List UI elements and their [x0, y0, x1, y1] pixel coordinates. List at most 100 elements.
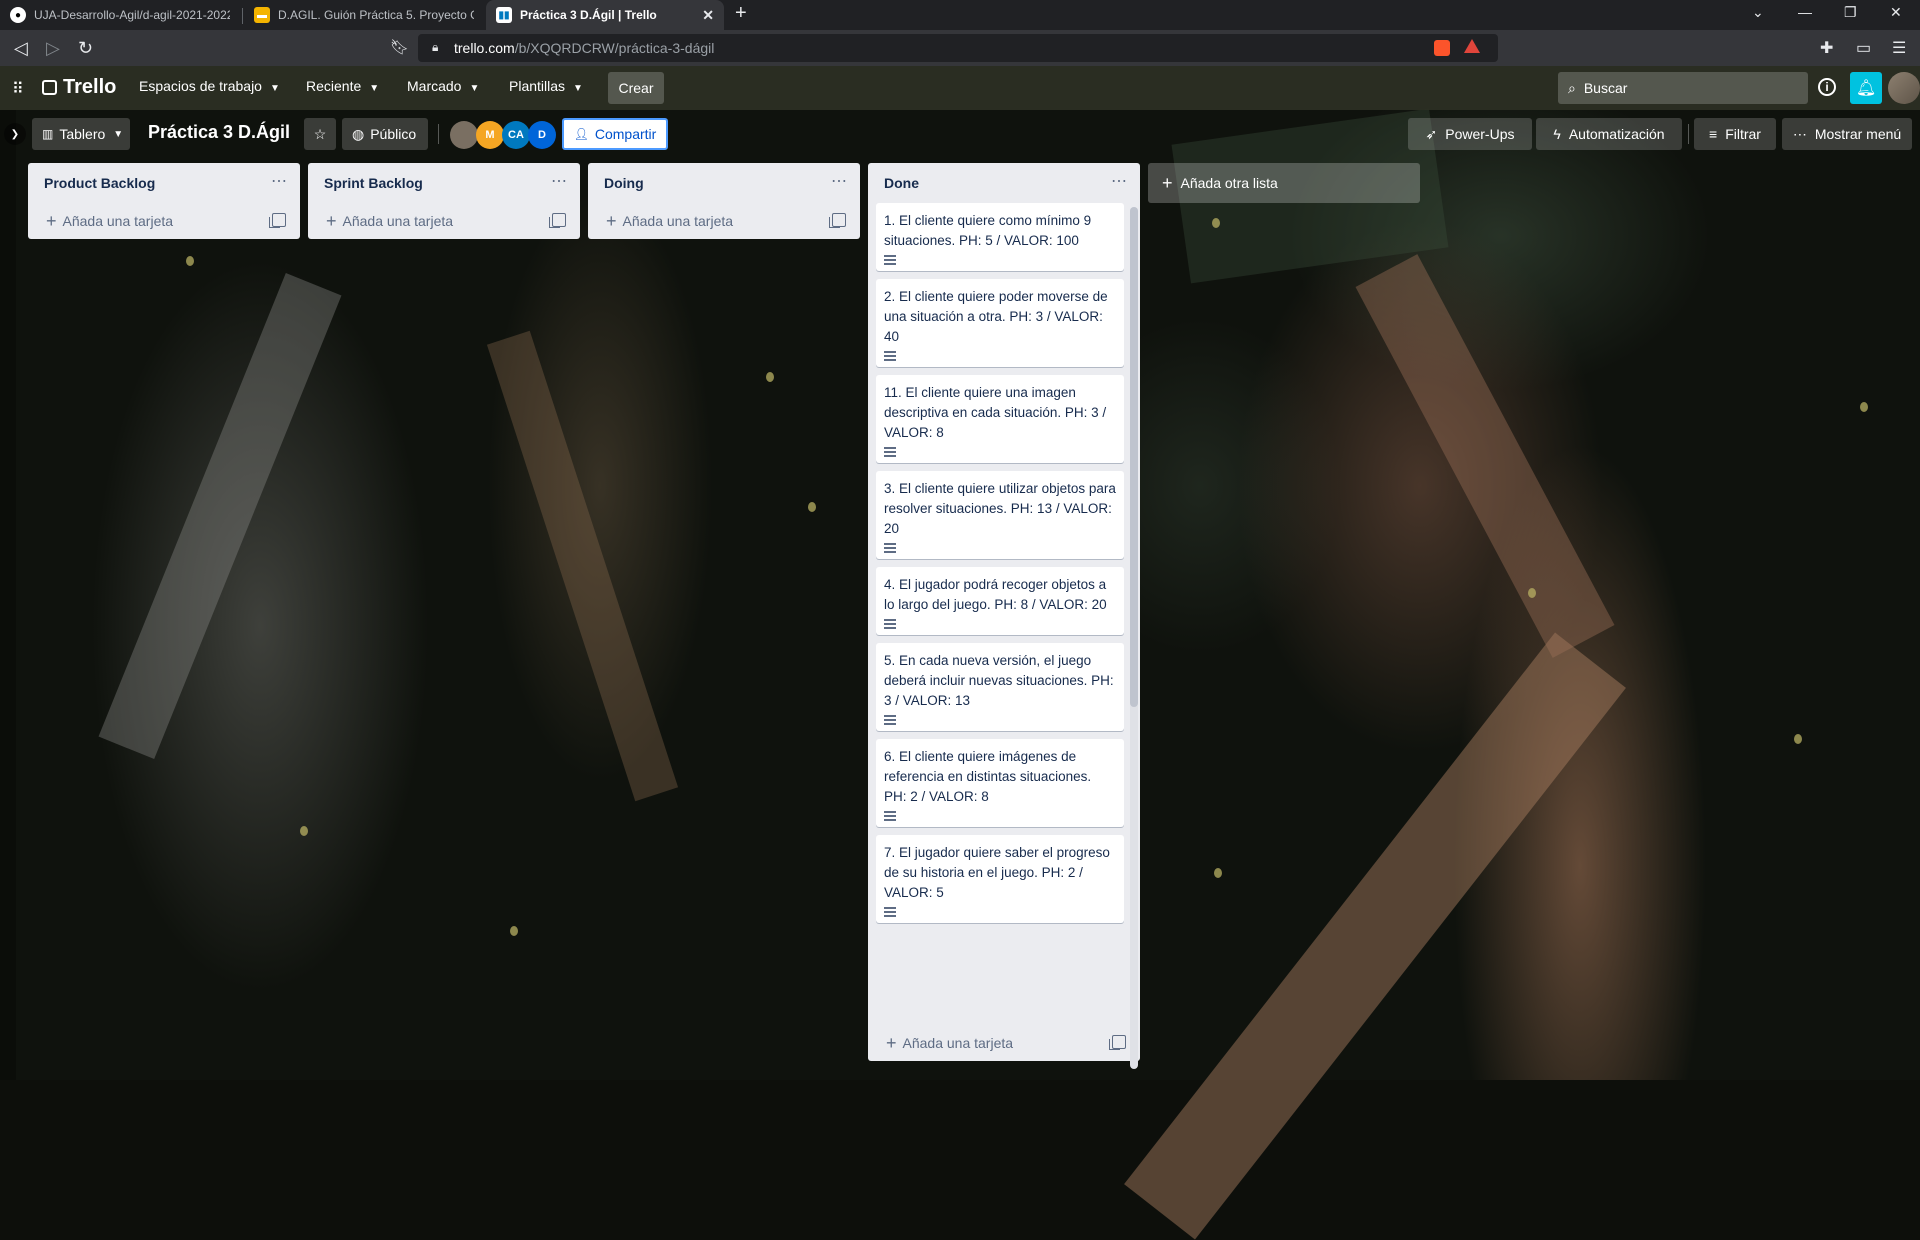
card-template-icon[interactable] [269, 213, 286, 228]
board-title[interactable]: Práctica 3 D.Ágil [148, 122, 290, 143]
info-icon[interactable]: i [1818, 78, 1836, 96]
card[interactable]: 4. El jugador podrá recoger objetos a lo… [876, 567, 1124, 635]
trello-logo[interactable]: Trello [42, 76, 116, 99]
board-view-icon: ▥ [42, 127, 54, 141]
card-title: 6. El cliente quiere imágenes de referen… [884, 749, 1092, 804]
brave-rewards-icon[interactable] [1464, 39, 1480, 53]
restore-icon[interactable]: ❐ [1844, 4, 1857, 21]
card-template-icon[interactable] [829, 213, 846, 228]
divider [1688, 124, 1689, 144]
apps-grid-icon[interactable]: ⠿ [12, 79, 24, 99]
list-header: Done ⋯ [868, 163, 1140, 203]
description-icon [884, 255, 896, 265]
card[interactable]: 7. El jugador quiere saber el progreso d… [876, 835, 1124, 923]
add-member-icon: 👤︎ [573, 127, 589, 141]
visibility-button[interactable]: ◍ Público [342, 118, 428, 150]
search-input[interactable]: ⌕ Buscar [1558, 72, 1808, 104]
member-avatar[interactable]: CA [502, 121, 530, 149]
list-title[interactable]: Product Backlog [44, 175, 155, 191]
board-sidebar-collapsed [0, 110, 16, 1080]
list-title[interactable]: Sprint Backlog [324, 175, 423, 191]
list-scrollbar[interactable] [1130, 207, 1138, 1069]
plus-icon: + [886, 1032, 897, 1053]
card-title: 4. El jugador podrá recoger objetos a lo… [884, 577, 1107, 612]
list-product-backlog: Product Backlog ⋯ + Añada una tarjeta [28, 163, 300, 239]
powerups-button[interactable]: ➶ Power-Ups [1408, 118, 1532, 150]
menu-starred[interactable]: Marcado ▼ [407, 78, 479, 94]
board-view-switcher[interactable]: ▥ Tablero ▼ [32, 118, 130, 150]
card[interactable]: 5. En cada nueva versión, el juego deber… [876, 643, 1124, 731]
address-bar[interactable]: 🔒︎ trello.com/b/XQQRDCRW/práctica-3-dági… [418, 34, 1498, 62]
list-menu-icon[interactable]: ⋯ [1111, 171, 1128, 191]
browser-tab-active[interactable]: ▮▮ Práctica 3 D.Ágil | Trello ✕ [486, 0, 724, 30]
member-avatar[interactable]: M [476, 121, 504, 149]
browser-tab[interactable]: ● UJA-Desarrollo-Agil/d-agil-2021-2022 [0, 0, 240, 30]
add-card-button[interactable]: + Añada una tarjeta [28, 203, 300, 239]
filter-icon: ≡ [1709, 126, 1718, 142]
forward-icon[interactable]: ▷ [46, 38, 60, 59]
extensions-icon[interactable]: ✚ [1820, 38, 1833, 58]
card[interactable]: 11. El cliente quiere una imagen descrip… [876, 375, 1124, 463]
browser-tab[interactable]: ▬ D.AGIL. Guión Práctica 5. Proyecto Gru [244, 0, 484, 30]
board-view-label: Tablero [59, 126, 106, 142]
tab-list-chevron-icon[interactable]: ⌄ [1752, 4, 1764, 21]
wallet-icon[interactable]: ▭ [1856, 38, 1871, 58]
notifications-bell-icon[interactable]: 🔔︎ [1850, 72, 1882, 104]
close-window-icon[interactable]: ✕ [1890, 4, 1902, 21]
list-header: Product Backlog ⋯ [28, 163, 300, 203]
show-menu-button[interactable]: ⋯ Mostrar menú [1782, 118, 1912, 150]
member-avatar[interactable]: D [528, 121, 556, 149]
card[interactable]: 1. El cliente quiere como mínimo 9 situa… [876, 203, 1124, 271]
star-board-button[interactable]: ☆ [304, 118, 336, 150]
plus-icon: + [1162, 172, 1173, 193]
card-template-icon[interactable] [1109, 1035, 1126, 1050]
description-icon [884, 351, 896, 361]
list-menu-icon[interactable]: ⋯ [831, 171, 848, 191]
add-card-button[interactable]: + Añada una tarjeta [308, 203, 580, 239]
list-menu-icon[interactable]: ⋯ [271, 171, 288, 191]
card-title: 2. El cliente quiere poder moverse de un… [884, 289, 1108, 344]
create-button[interactable]: Crear [608, 72, 664, 104]
background-particle [1528, 588, 1536, 598]
reload-icon[interactable]: ↻ [78, 38, 93, 59]
menu-label: Reciente [306, 78, 362, 94]
close-tab-icon[interactable]: ✕ [702, 7, 714, 24]
minimize-icon[interactable]: — [1798, 4, 1812, 20]
github-icon: ● [10, 7, 26, 23]
card[interactable]: 3. El cliente quiere utilizar objetos pa… [876, 471, 1124, 559]
plus-icon: + [326, 210, 337, 231]
sidebar-expand-chevron-icon[interactable]: ❯ [4, 123, 26, 145]
background-particle [1214, 868, 1222, 878]
add-card-button[interactable]: + Añada una tarjeta [868, 1025, 1140, 1061]
user-avatar[interactable] [1888, 72, 1920, 104]
member-avatar[interactable] [450, 121, 478, 149]
new-tab-button[interactable]: + [735, 2, 747, 25]
add-card-button[interactable]: + Añada una tarjeta [588, 203, 860, 239]
bookmark-icon[interactable]: 🔖︎ [390, 38, 409, 56]
automation-label: Automatización [1568, 126, 1665, 142]
menu-recent[interactable]: Reciente ▼ [306, 78, 379, 94]
card[interactable]: 6. El cliente quiere imágenes de referen… [876, 739, 1124, 827]
card[interactable]: 2. El cliente quiere poder moverse de un… [876, 279, 1124, 367]
share-button[interactable]: 👤︎ Compartir [562, 118, 668, 150]
list-header: Doing ⋯ [588, 163, 860, 203]
automation-button[interactable]: ϟ Automatización [1536, 118, 1682, 150]
add-card-label: Añada una tarjeta [622, 213, 734, 229]
list-menu-icon[interactable]: ⋯ [551, 171, 568, 191]
brave-shields-icon[interactable] [1434, 40, 1450, 56]
back-icon[interactable]: ◁ [14, 38, 28, 59]
scrollbar-thumb[interactable] [1130, 207, 1138, 707]
card-template-icon[interactable] [549, 213, 566, 228]
browser-menu-icon[interactable]: ☰ [1892, 38, 1906, 58]
filter-button[interactable]: ≡ Filtrar [1694, 118, 1776, 150]
menu-templates[interactable]: Plantillas ▼ [509, 78, 583, 94]
list-title[interactable]: Done [884, 175, 919, 191]
browser-toolbar: ◁ ▷ ↻ 🔖︎ 🔒︎ trello.com/b/XQQRDCRW/prácti… [0, 30, 1920, 66]
tab-title: D.AGIL. Guión Práctica 5. Proyecto Gru [278, 8, 474, 22]
list-title[interactable]: Doing [604, 175, 644, 191]
trello-logo-icon [42, 80, 57, 95]
list-doing: Doing ⋯ + Añada una tarjeta [588, 163, 860, 239]
menu-workspaces[interactable]: Espacios de trabajo ▼ [139, 78, 280, 94]
add-list-button[interactable]: + Añada otra lista [1148, 163, 1420, 203]
description-icon [884, 811, 896, 821]
